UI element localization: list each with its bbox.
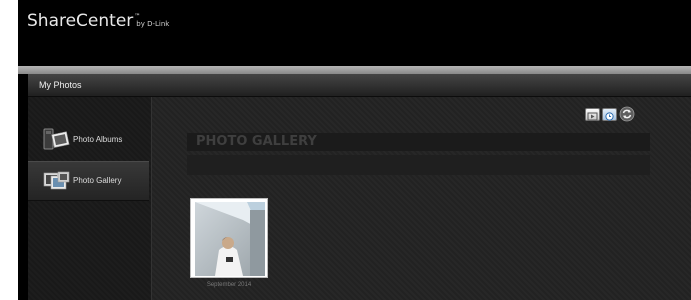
slideshow-button[interactable]	[585, 108, 600, 121]
gallery-subheader	[187, 155, 650, 175]
window-title: My Photos	[28, 74, 691, 97]
album-photo	[195, 202, 265, 276]
album-thumbnail[interactable]	[190, 198, 268, 278]
nav-item-photo-gallery[interactable]: Photo Gallery	[28, 161, 149, 201]
brand-trademark: ™	[134, 13, 141, 20]
my-photos-window: My Photos Photo Albums Photo Gallery PHO…	[28, 74, 691, 300]
gallery-title: PHOTO GALLERY	[187, 133, 650, 151]
nav-item-photo-albums[interactable]: Photo Albums	[28, 121, 149, 159]
refresh-icon	[619, 106, 635, 122]
photo-albums-icon	[43, 128, 70, 150]
brand-name: ShareCenter	[27, 11, 134, 31]
gallery-main: PHOTO GALLERY September 2014	[152, 97, 691, 300]
slideshow-icon	[587, 112, 598, 121]
brand-sub: by D-Link	[136, 20, 170, 28]
sharecenter-logo: ShareCenter™by D-Link	[27, 11, 172, 31]
header-divider	[18, 66, 691, 74]
clock-icon	[605, 112, 614, 121]
nav-label-photo-gallery: Photo Gallery	[73, 176, 122, 185]
photo-gallery-icon	[43, 171, 70, 190]
nav-panel: Photo Albums Photo Gallery	[28, 97, 152, 300]
album-caption: September 2014	[206, 282, 252, 288]
nav-label-photo-albums: Photo Albums	[73, 135, 123, 144]
timeline-button[interactable]	[602, 108, 617, 121]
refresh-button[interactable]	[619, 106, 635, 122]
sharecenter-app: ShareCenter™by D-Link My Photos Photo Al…	[18, 0, 691, 300]
